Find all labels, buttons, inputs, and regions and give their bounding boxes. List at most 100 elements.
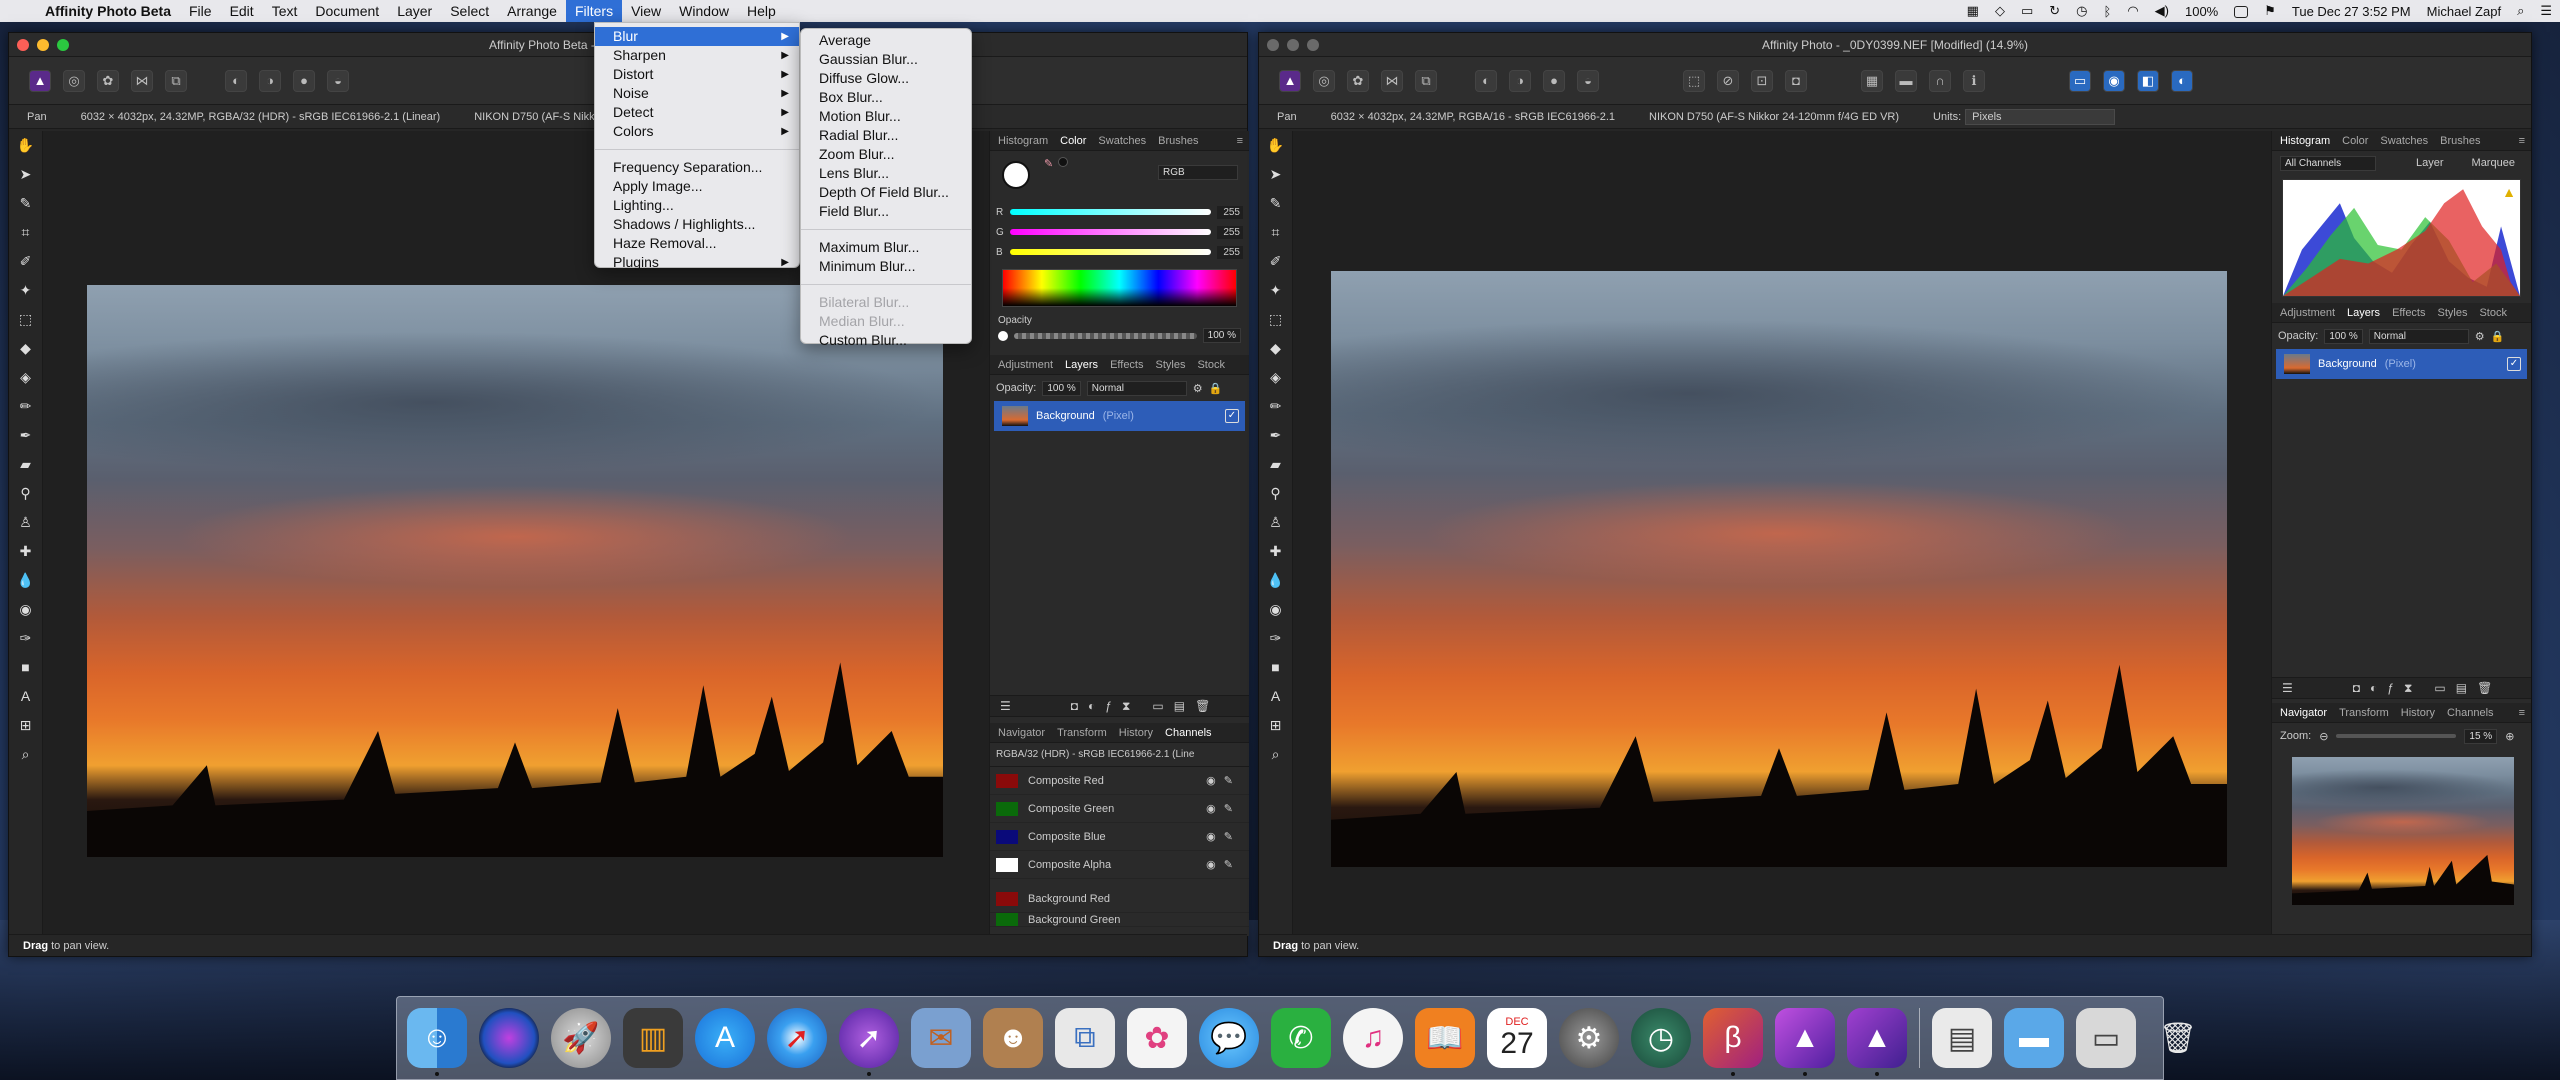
white-balance-icon[interactable]: ◒ [1577,69,1599,92]
menu-filters[interactable]: Filters [565,0,623,22]
panel-menu-icon[interactable]: ≡ [2519,135,2525,147]
tab-color[interactable]: Color [1060,135,1086,147]
siri-icon[interactable] [479,1008,539,1068]
itunes-icon[interactable]: ♫ [1343,1008,1403,1068]
fx-icon[interactable]: ƒ [1105,699,1112,713]
split-view-icon[interactable]: ◧ [2137,69,2159,92]
tab-adjustment[interactable]: Adjustment [998,359,1053,371]
finder-icon[interactable]: ☺ [407,1008,467,1076]
crop-tool-icon[interactable]: ⌗ [16,222,36,242]
blur-tool-icon[interactable]: ⚲ [16,483,36,503]
menu-arrange[interactable]: Arrange [498,0,566,22]
menu-layer[interactable]: Layer [388,0,441,22]
hand-tool-icon[interactable]: ✋ [1266,135,1286,155]
menu-item-zoom-blur[interactable]: Zoom Blur... [801,145,971,164]
ibooks-icon[interactable]: 📖 [1415,1008,1475,1068]
flood-select-icon[interactable]: ✦ [16,280,36,300]
flood-select-icon[interactable]: ✦ [1266,280,1286,300]
tab-transform[interactable]: Transform [2339,707,2389,719]
mesh-warp-icon[interactable]: ⊞ [16,715,36,735]
menu-item-gaussian-blur[interactable]: Gaussian Blur... [801,50,971,69]
monitor-icon[interactable]: ▭ [2013,3,2041,19]
safari-preview-icon[interactable]: ➚ [839,1008,899,1076]
gradient-tool-icon[interactable]: ◈ [16,367,36,387]
selection-brush-icon[interactable]: ✐ [16,251,36,271]
lock-icon[interactable]: 🔒 [1209,382,1223,395]
zoom-window-button[interactable] [57,39,69,51]
grid-icon[interactable]: ▦ [1861,69,1883,92]
blue-slider[interactable]: B 255 [996,245,1243,259]
red-slider[interactable]: R 255 [996,205,1243,219]
channel-row[interactable]: Background Red [990,885,1249,913]
move-tool-icon[interactable]: ➤ [16,164,36,184]
hand-tool-icon[interactable]: ✋ [16,135,36,155]
launchpad-icon[interactable]: 🚀 [551,1008,611,1068]
live-filter-icon[interactable]: ⧗ [1122,699,1130,714]
dodge-tool-icon[interactable]: ✒ [16,425,36,445]
app-store-icon[interactable]: A [695,1008,755,1068]
group-folder-icon[interactable]: ▭ [2434,681,2445,695]
eraser-tool-icon[interactable]: ▰ [16,454,36,474]
layer-settings-icon[interactable]: ⚙ [2475,330,2485,343]
menu-document[interactable]: Document [306,0,388,22]
menu-item-frequency-separation[interactable]: Frequency Separation... [595,158,799,177]
calendar-icon[interactable]: DEC 27 [1487,1008,1547,1068]
channel-row[interactable]: Composite Green ◉✎ [990,795,1249,823]
adjustment-layer-icon[interactable]: ◐ [2370,681,2377,695]
dropbox-icon[interactable]: ◇ [1987,3,2013,19]
levels-icon[interactable]: ◐ [1475,69,1497,92]
sync-icon[interactable]: ↻ [2041,3,2068,19]
eraser-tool-icon[interactable]: ▰ [1266,454,1286,474]
channel-row[interactable]: Composite Alpha ◉✎ [990,851,1249,879]
tab-transform[interactable]: Transform [1057,727,1107,739]
tone-mapping-persona-icon[interactable]: ⋈ [1381,69,1403,92]
clock[interactable]: Tue Dec 27 3:52 PM [2284,4,2419,19]
menu-item-box-blur[interactable]: Box Blur... [801,88,971,107]
tab-adjustment[interactable]: Adjustment [2280,307,2335,319]
menu-item-shadows-highlights[interactable]: Shadows / Highlights... [595,215,799,234]
color-wheel-icon[interactable]: ● [1543,69,1565,92]
menu-item-field-blur[interactable]: Field Blur... [801,202,971,221]
marquee-tool-icon[interactable]: ⬚ [1266,309,1286,329]
documents-icon[interactable]: ▤ [1932,1008,1992,1068]
marquee-mode-icon[interactable]: ⬚ [1683,69,1705,92]
clone-tool-icon[interactable]: ♙ [16,512,36,532]
notification-center-icon[interactable]: ☰ [2532,3,2560,19]
minimize-window-button[interactable] [37,39,49,51]
sunset-photo[interactable] [1331,271,2227,867]
bluetooth-icon[interactable]: ᛒ [2096,4,2120,19]
photos-icon[interactable]: ✿ [1127,1008,1187,1068]
affinity-photo-2-icon[interactable]: ▲ [1847,1008,1907,1076]
menu-item-blur[interactable]: Blur ▶ [595,27,799,46]
tab-history[interactable]: History [2401,707,2435,719]
assistant-icon[interactable]: ▬ [1895,69,1917,92]
layer-opacity-select[interactable]: 100 % [2324,328,2363,344]
tone-mapping-persona-icon[interactable]: ⋈ [131,69,153,92]
tab-brushes[interactable]: Brushes [2440,135,2480,147]
menu-item-maximum-blur[interactable]: Maximum Blur... [801,238,971,257]
blur-tool-icon[interactable]: ⚲ [1266,483,1286,503]
menu-item-depth-of-field-blur[interactable]: Depth Of Field Blur... [801,183,971,202]
layer-opacity-select[interactable]: 100 % [1042,380,1081,396]
messages-icon[interactable]: 💬 [1199,1008,1259,1068]
tab-effects[interactable]: Effects [2392,307,2425,319]
user-name[interactable]: Michael Zapf [2419,4,2509,19]
menu-app-name[interactable]: Affinity Photo Beta [36,0,180,22]
menu-item-noise[interactable]: Noise ▶ [595,84,799,103]
tab-stock[interactable]: Stock [2479,307,2507,319]
red-eye-icon[interactable]: ◉ [1266,599,1286,619]
color-model-select[interactable]: RGB [1158,165,1238,180]
tab-navigator[interactable]: Navigator [998,727,1045,739]
tab-history[interactable]: History [1119,727,1153,739]
system-preferences-icon[interactable]: ⚙ [1559,1008,1619,1068]
volume-icon[interactable]: ◀) [2147,3,2177,19]
layer-row-background[interactable]: Background (Pixel) ✓ [2276,349,2527,379]
tab-channels[interactable]: Channels [2447,707,2493,719]
blend-mode-select[interactable]: Normal [1086,380,1187,396]
canvas-area[interactable] [1293,131,2295,936]
zoom-out-icon[interactable]: ⊖ [2319,730,2328,743]
paint-brush-icon[interactable]: ✏ [1266,396,1286,416]
mask-layer-icon[interactable]: ◘ [2353,681,2360,695]
facetime-icon[interactable]: ✆ [1271,1008,1331,1068]
time-machine-status-icon[interactable]: ◷ [2068,3,2095,19]
